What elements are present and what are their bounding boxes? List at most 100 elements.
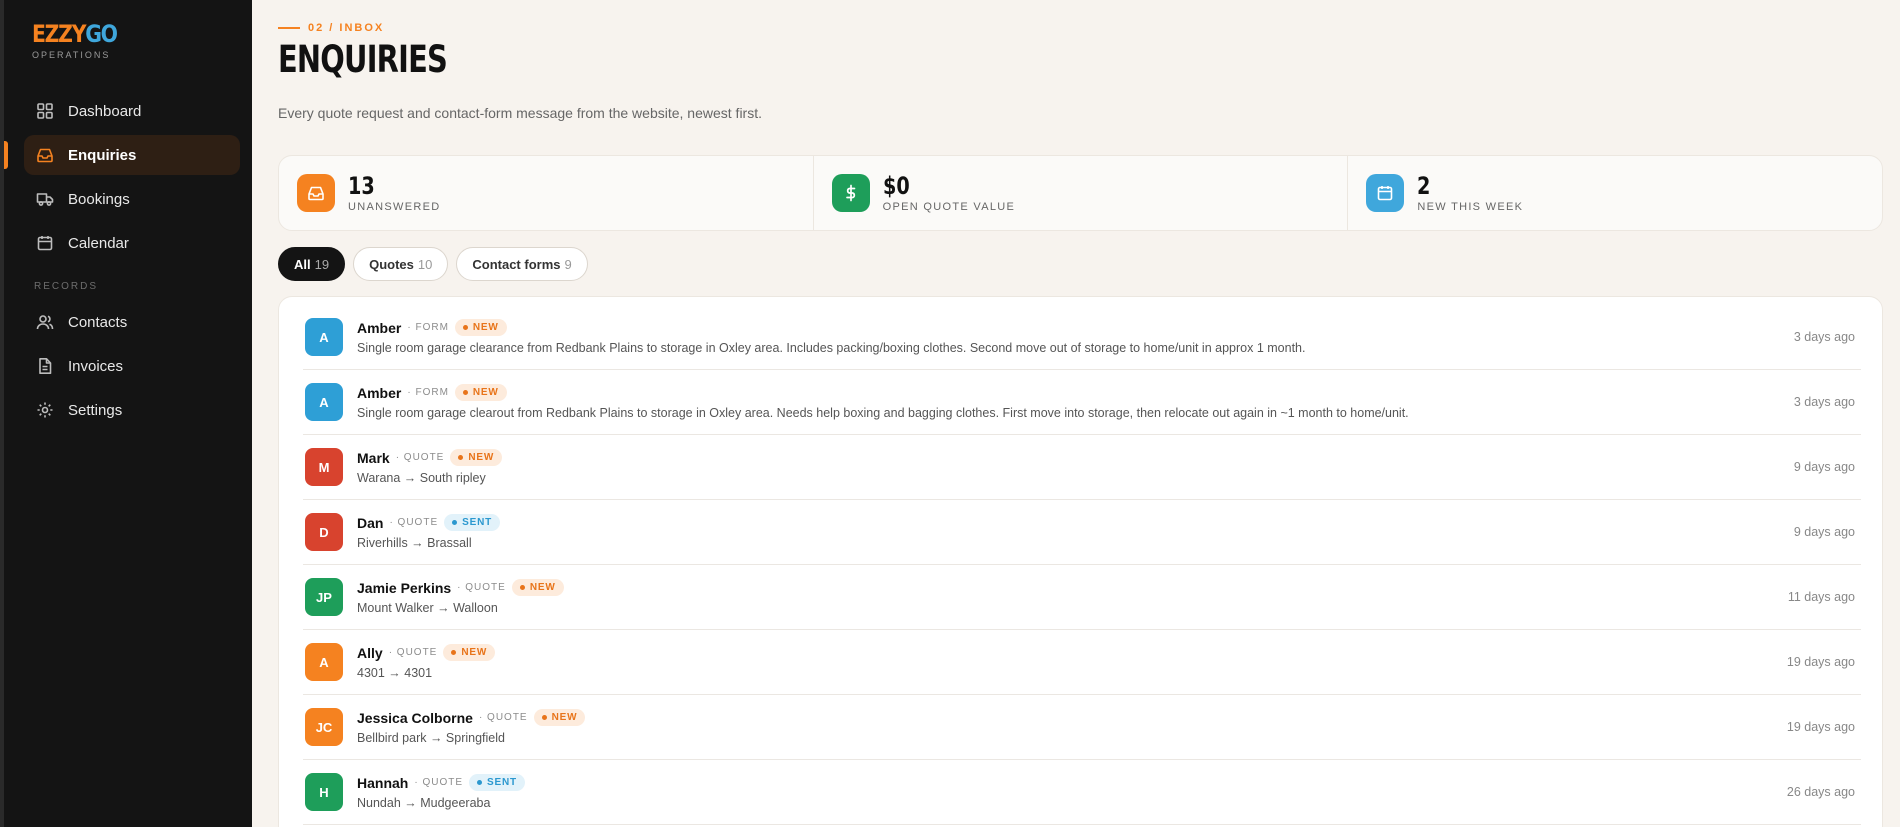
sidebar: EZZYGO OPERATIONS Dashboard Enquiries Bo… <box>0 0 252 827</box>
filter-count: 19 <box>314 256 330 272</box>
enquiry-time: 26 days ago <box>1786 785 1855 799</box>
avatar: M <box>305 448 343 486</box>
enquiry-name: Dan <box>357 514 384 531</box>
enquiry-name: Amber <box>357 384 402 401</box>
avatar: A <box>305 643 343 681</box>
enquiry-row[interactable]: JP Jamie Perkins · QUOTE NEW Mount Walker … <box>303 565 1861 630</box>
nav-item-enquiries[interactable]: Enquiries <box>24 135 240 175</box>
status-text: NEW <box>468 452 495 463</box>
enquiry-description: 4301 → 4301 <box>357 666 433 680</box>
nav-label: Dashboard <box>68 102 142 120</box>
inbox-icon <box>36 146 54 164</box>
enquiry-description: Warana → South ripley <box>357 471 486 485</box>
enquiry-type: · QUOTE <box>389 517 439 528</box>
stat-value: $0 <box>882 172 910 200</box>
enquiry-description: Single room garage clearout from Redbank… <box>357 406 1409 420</box>
main-nav: Dashboard Enquiries Bookings Calendar RE… <box>24 91 240 434</box>
nav-item-dashboard[interactable]: Dashboard <box>24 91 240 131</box>
nav-label: Enquiries <box>68 146 137 164</box>
filter-count: 10 <box>417 256 433 272</box>
filter-contact-forms[interactable]: Contact forms 9 <box>456 247 588 281</box>
status-text: NEW <box>472 387 499 398</box>
status-dot <box>451 650 457 655</box>
breadcrumb-rule <box>278 27 300 29</box>
gear-icon <box>36 401 54 419</box>
status-dot <box>519 585 525 590</box>
status-badge: SENT <box>444 514 500 531</box>
status-dot <box>477 780 483 785</box>
enquiry-name: Ally <box>357 644 383 661</box>
nav-item-invoices[interactable]: Invoices <box>24 346 240 386</box>
enquiry-type: · FORM <box>407 387 449 398</box>
nav-item-calendar[interactable]: Calendar <box>24 223 240 263</box>
enquiry-row[interactable]: D Dan · QUOTE SENT Riverhills → Brassall 9… <box>303 500 1861 565</box>
calendar-icon <box>1366 174 1405 212</box>
status-badge: NEW <box>511 579 564 596</box>
file-icon <box>36 357 54 375</box>
status-dot <box>458 455 464 460</box>
enquiry-time: 9 days ago <box>1793 525 1855 539</box>
status-dot <box>462 390 468 395</box>
stat-label: UNANSWERED <box>348 201 441 213</box>
filter-all[interactable]: All 19 <box>278 247 346 281</box>
enquiry-description: Bellbird park → Springfield <box>357 731 505 745</box>
status-text: SENT <box>487 777 517 788</box>
stat-value: 13 <box>348 172 375 200</box>
stat-label: OPEN QUOTE VALUE <box>882 201 1016 213</box>
enquiry-time: 11 days ago <box>1787 590 1855 604</box>
enquiry-row[interactable]: JC Jessica Colborne · QUOTE NEW Bellbird p… <box>303 695 1861 760</box>
status-dot <box>462 325 468 330</box>
enquiry-description: Mount Walker → Walloon <box>357 601 498 615</box>
status-text: NEW <box>529 582 556 593</box>
breadcrumb-text: 02 / INBOX <box>308 22 385 34</box>
status-badge: NEW <box>443 644 496 661</box>
nav-label: Bookings <box>68 190 130 208</box>
nav-item-contacts[interactable]: Contacts <box>24 302 240 342</box>
avatar: D <box>305 513 343 551</box>
status-dot <box>541 715 547 720</box>
enquiry-description: Nundah → Mudgeeraba <box>357 796 491 810</box>
page-subtitle: Every quote request and contact-form mes… <box>278 105 762 121</box>
inbox-icon <box>297 174 335 212</box>
avatar: A <box>305 318 343 356</box>
nav-label: Invoices <box>68 357 124 375</box>
nav-section-records: RECORDS <box>34 281 99 292</box>
brand-subtitle: OPERATIONS <box>32 50 111 60</box>
enquiry-row[interactable]: A Amber · FORM NEW Single room garage clea… <box>303 370 1861 435</box>
enquiry-name: Jessica Colborne <box>357 709 473 726</box>
enquiry-row[interactable]: M Mark · QUOTE NEW Warana → South ripley 9… <box>303 435 1861 500</box>
enquiry-list: A Amber · FORM NEW Single room garage clea… <box>278 296 1883 827</box>
filter-count: 9 <box>564 256 572 272</box>
status-badge: SENT <box>469 774 525 791</box>
enquiry-row[interactable]: A Amber · FORM NEW Single room garage clea… <box>303 305 1861 370</box>
filter-label: Quotes <box>369 256 414 272</box>
stat-unanswered: 13 UNANSWERED <box>279 156 814 230</box>
filter-label: Contact forms <box>472 256 561 272</box>
filter-label: All <box>294 256 311 272</box>
status-text: SENT <box>462 517 492 528</box>
enquiry-row[interactable]: A Ally · QUOTE NEW 4301 → 4301 19 days ago <box>303 630 1861 695</box>
status-text: NEW <box>461 647 488 658</box>
brand[interactable]: EZZYGO OPERATIONS <box>32 22 132 60</box>
enquiry-time: 19 days ago <box>1786 720 1855 734</box>
grid-icon <box>36 102 54 120</box>
status-badge: NEW <box>533 709 586 726</box>
filter-chips: All 19 Quotes 10 Contact forms 9 <box>278 247 588 281</box>
nav-item-settings[interactable]: Settings <box>24 390 240 430</box>
status-text: NEW <box>551 712 578 723</box>
nav-item-bookings[interactable]: Bookings <box>24 179 240 219</box>
status-badge: NEW <box>454 384 507 401</box>
dollar-icon <box>831 174 870 212</box>
stats-bar: 13 UNANSWERED $0 OPEN QUOTE VALUE 2 NEW THI… <box>278 155 1883 231</box>
page-title: ENQUIRIES <box>278 38 448 81</box>
enquiry-row[interactable]: H Hannah · QUOTE SENT Nundah → Mudgeeraba … <box>303 760 1861 825</box>
enquiry-type: · QUOTE <box>388 647 438 658</box>
avatar: A <box>305 383 343 421</box>
enquiry-time: 3 days ago <box>1793 330 1855 344</box>
avatar: H <box>305 773 343 811</box>
enquiry-name: Hannah <box>357 774 409 791</box>
filter-quotes[interactable]: Quotes 10 <box>353 247 449 281</box>
stat-new-this-week: 2 NEW THIS WEEK <box>1348 156 1882 230</box>
status-badge: NEW <box>450 449 503 466</box>
enquiry-description: Single room garage clearance from Redban… <box>357 341 1306 355</box>
